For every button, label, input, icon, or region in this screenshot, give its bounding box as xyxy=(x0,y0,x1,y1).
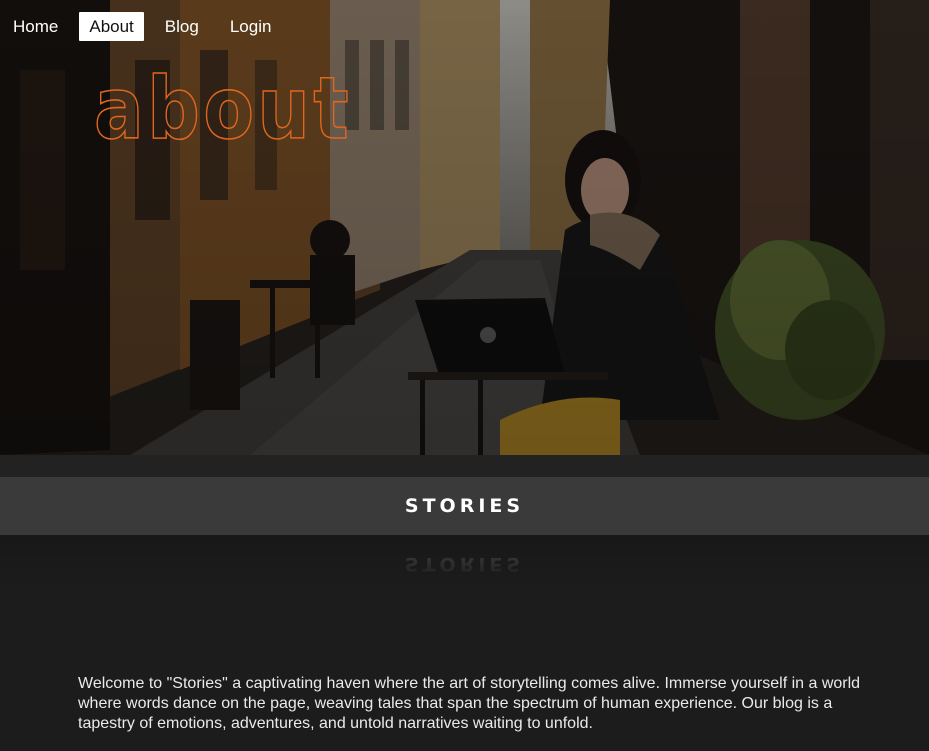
stories-heading: STORIES xyxy=(404,495,525,517)
hero-banner: Home About Blog Login about xyxy=(0,0,929,455)
section-divider xyxy=(0,455,929,477)
nav-home-link[interactable]: Home xyxy=(3,12,68,41)
main-nav: Home About Blog Login xyxy=(0,12,289,41)
nav-blog-link[interactable]: Blog xyxy=(155,12,209,41)
stories-heading-reflection: STORIES xyxy=(0,535,929,595)
page-title-text: about xyxy=(94,60,352,155)
intro-paragraph: Welcome to "Stories" a captivating haven… xyxy=(78,675,861,732)
stories-heading-reflection-text: STORIES xyxy=(404,553,525,575)
page-title: about xyxy=(93,60,352,155)
nav-login-link[interactable]: Login xyxy=(220,12,282,41)
stories-heading-bar: STORIES xyxy=(0,477,929,535)
nav-about-link[interactable]: About xyxy=(79,12,144,41)
